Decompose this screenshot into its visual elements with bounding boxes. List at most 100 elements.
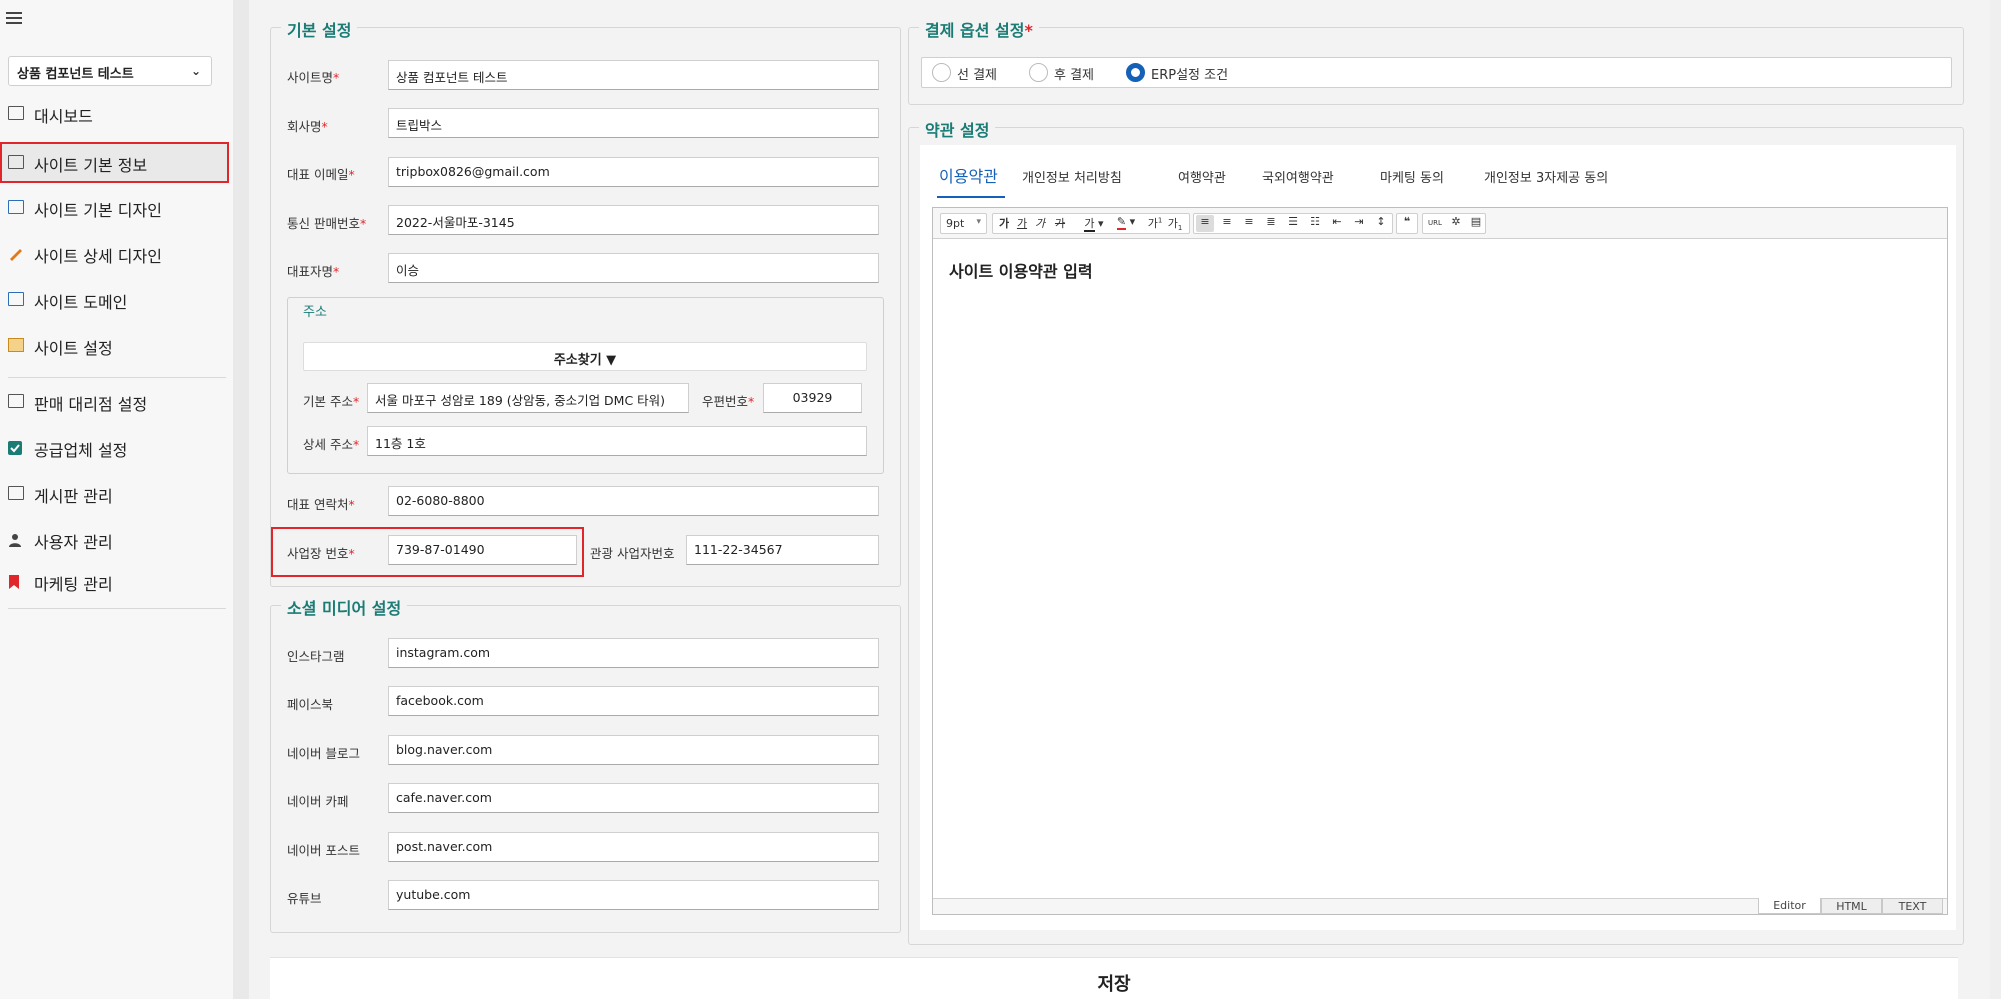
sidebar-item-marketing[interactable]: 마케팅 관리 (0, 561, 229, 601)
bookmark-icon (8, 574, 24, 589)
sidebar-item-sales-agency[interactable]: 판매 대리점 설정 (0, 381, 229, 421)
sidebar-item-label: 판매 대리점 설정 (34, 395, 148, 414)
naver-cafe-input[interactable]: cafe.naver.com (388, 783, 879, 813)
indent-icon[interactable]: ⇥ (1350, 215, 1368, 232)
chevron-down-icon: ▾ (976, 217, 981, 227)
page-scrollbar[interactable] (1990, 0, 2001, 999)
company-label: 회사명* (287, 119, 328, 134)
outdent-icon[interactable]: ⇤ (1328, 215, 1346, 232)
html-mode-tab[interactable]: HTML (1821, 898, 1882, 914)
site-name-label: 사이트명* (287, 70, 340, 85)
site-selector-value: 상품 컴포넌트 테스트 (17, 67, 134, 82)
quote-icon[interactable]: ❝ (1398, 215, 1416, 232)
naver-blog-input[interactable]: blog.naver.com (388, 735, 879, 765)
underline-icon[interactable]: 가 (1014, 215, 1030, 232)
highlight-color-icon[interactable]: ✎ ▾ (1114, 215, 1138, 232)
site-name-input[interactable]: 상품 컴포넌트 테스트 (388, 60, 879, 90)
align-center-icon[interactable]: ≡ (1218, 215, 1236, 232)
youtube-label: 유튜브 (287, 891, 322, 906)
font-size-value: 9pt (946, 217, 965, 230)
business-number-input[interactable]: 739-87-01490 (388, 535, 577, 565)
instagram-input[interactable]: instagram.com (388, 638, 879, 668)
tab-travel-terms[interactable]: 여행약관 (1178, 167, 1226, 186)
sidebar-item-supplier[interactable]: 공급업체 설정 (0, 427, 229, 467)
dashboard-icon (8, 106, 24, 120)
sidebar-item-label: 사이트 도메인 (34, 293, 128, 312)
sidebar-item-site-detail-design[interactable]: 사이트 상세 디자인 (0, 233, 229, 273)
radio-label: ERP설정 조건 (1151, 68, 1229, 83)
mail-order-input[interactable]: 2022-서울마포-3145 (388, 205, 879, 235)
sidebar-item-site-domain[interactable]: 사이트 도메인 (0, 279, 229, 319)
phone-input[interactable]: 02-6080-8800 (388, 486, 879, 516)
mail-order-label: 통신 판매번호* (287, 216, 367, 231)
zip-input[interactable]: 03929 (763, 383, 862, 413)
agency-icon (8, 394, 24, 408)
facebook-label: 페이스북 (287, 697, 334, 712)
sidebar-divider (8, 377, 226, 378)
editor-mode-tab[interactable]: Editor (1758, 898, 1821, 914)
sidebar-item-label: 공급업체 설정 (34, 441, 128, 460)
tab-overseas-travel-terms[interactable]: 국외여행약관 (1262, 167, 1334, 186)
tab-privacy-policy[interactable]: 개인정보 처리방침 (1022, 167, 1122, 186)
line-height-icon[interactable]: ↕ (1372, 215, 1390, 232)
base-address-input[interactable]: 서울 마포구 성암로 189 (상암동, 중소기업 DMC 타워) (367, 383, 689, 413)
font-color-icon[interactable]: 가 ▾ (1082, 215, 1106, 232)
company-input[interactable]: 트립박스 (388, 108, 879, 138)
ceo-input[interactable]: 이승 (388, 253, 879, 283)
superscript-icon[interactable]: 가1 (1146, 215, 1164, 232)
naver-post-label: 네이버 포스트 (287, 843, 360, 858)
youtube-input[interactable]: yutube.com (388, 880, 879, 910)
email-label: 대표 이메일* (287, 167, 355, 182)
social-media-title: 소셜 미디어 설정 (281, 595, 408, 619)
business-number-label: 사업장 번호* (287, 546, 355, 561)
editor-content[interactable]: 사이트 이용약관 입력 (949, 258, 1093, 282)
detail-address-input[interactable]: 11층 1호 (367, 426, 867, 456)
sidebar-item-site-basic-design[interactable]: 사이트 기본 디자인 (0, 187, 229, 227)
save-button[interactable]: 저장 (270, 957, 1958, 999)
tab-terms-of-use[interactable]: 이용약관 (939, 163, 998, 187)
align-left-icon[interactable]: ≡ (1196, 215, 1214, 232)
address-title: 주소 (303, 305, 327, 320)
radio-button-selected (1126, 63, 1145, 82)
terms-title: 약관 설정 (919, 117, 996, 141)
tour-business-number-input[interactable]: 111-22-34567 (686, 535, 879, 565)
italic-icon[interactable]: 가 (1032, 215, 1048, 232)
email-input[interactable]: tripbox0826@gmail.com (388, 157, 879, 187)
table-icon[interactable]: ▤ (1467, 215, 1485, 232)
sidebar-item-label: 마케팅 관리 (34, 575, 113, 594)
sidebar-item-dashboard[interactable]: 대시보드 (0, 93, 229, 133)
ordered-list-icon[interactable]: ☰ (1284, 215, 1302, 232)
sidebar-item-board[interactable]: 게시판 관리 (0, 473, 229, 513)
text-mode-tab[interactable]: TEXT (1882, 898, 1943, 914)
radio-button (1029, 63, 1048, 82)
link-icon[interactable]: URL (1425, 215, 1445, 232)
detail-address-label: 상세 주소* (303, 437, 360, 452)
strikethrough-icon[interactable]: 가 (1052, 215, 1068, 232)
special-char-icon[interactable]: ✲ (1447, 215, 1465, 232)
tab-marketing-consent[interactable]: 마케팅 동의 (1380, 167, 1444, 186)
font-size-select[interactable]: 9pt ▾ (940, 213, 987, 234)
tab-third-party-consent[interactable]: 개인정보 3자제공 동의 (1484, 167, 1608, 186)
unordered-list-icon[interactable]: ☷ (1306, 215, 1324, 232)
sidebar-item-site-basic-info[interactable]: 사이트 기본 정보 (0, 142, 229, 183)
align-justify-icon[interactable]: ≣ (1262, 215, 1280, 232)
sidebar-item-site-settings[interactable]: 사이트 설정 (0, 325, 229, 365)
hamburger-menu-icon[interactable] (6, 12, 22, 24)
sidebar-divider (8, 608, 226, 609)
tour-business-number-label: 관광 사업자번호 (590, 546, 675, 561)
naver-post-input[interactable]: post.naver.com (388, 832, 879, 862)
bold-icon[interactable]: 가 (996, 215, 1012, 232)
radio-label: 선 결제 (957, 68, 998, 83)
sidebar-item-users[interactable]: 사용자 관리 (0, 519, 229, 559)
sidebar-item-label: 사이트 기본 디자인 (34, 201, 162, 220)
naver-blog-label: 네이버 블로그 (287, 746, 360, 761)
pencil-icon (8, 246, 24, 261)
find-address-button[interactable]: 주소찾기 ▼ (303, 342, 867, 371)
subscript-icon[interactable]: 가1 (1166, 215, 1184, 232)
align-right-icon[interactable]: ≡ (1240, 215, 1258, 232)
sidebar-item-label: 게시판 관리 (34, 487, 113, 506)
sidebar-item-label: 사이트 상세 디자인 (34, 247, 162, 266)
site-selector[interactable]: 상품 컴포넌트 테스트 ⌄ (8, 56, 212, 86)
sidebar-item-label: 사이트 기본 정보 (34, 156, 148, 175)
facebook-input[interactable]: facebook.com (388, 686, 879, 716)
